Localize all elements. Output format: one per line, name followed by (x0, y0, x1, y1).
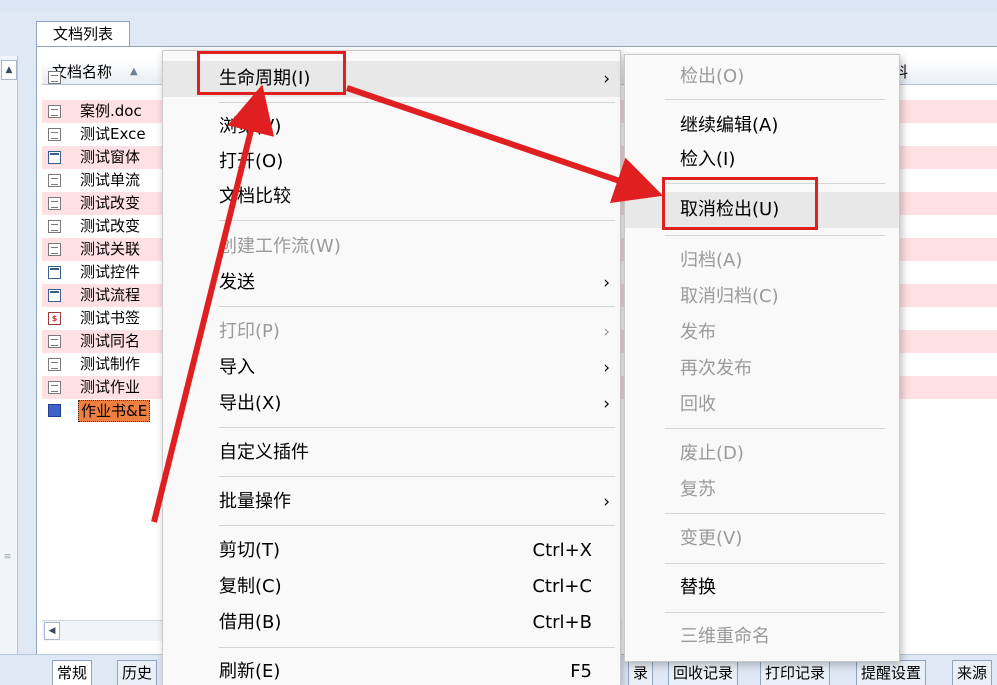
annotation-arrow-right (346, 85, 664, 204)
annotation-arrow-up (151, 84, 275, 523)
annotation-arrows (151, 84, 664, 523)
